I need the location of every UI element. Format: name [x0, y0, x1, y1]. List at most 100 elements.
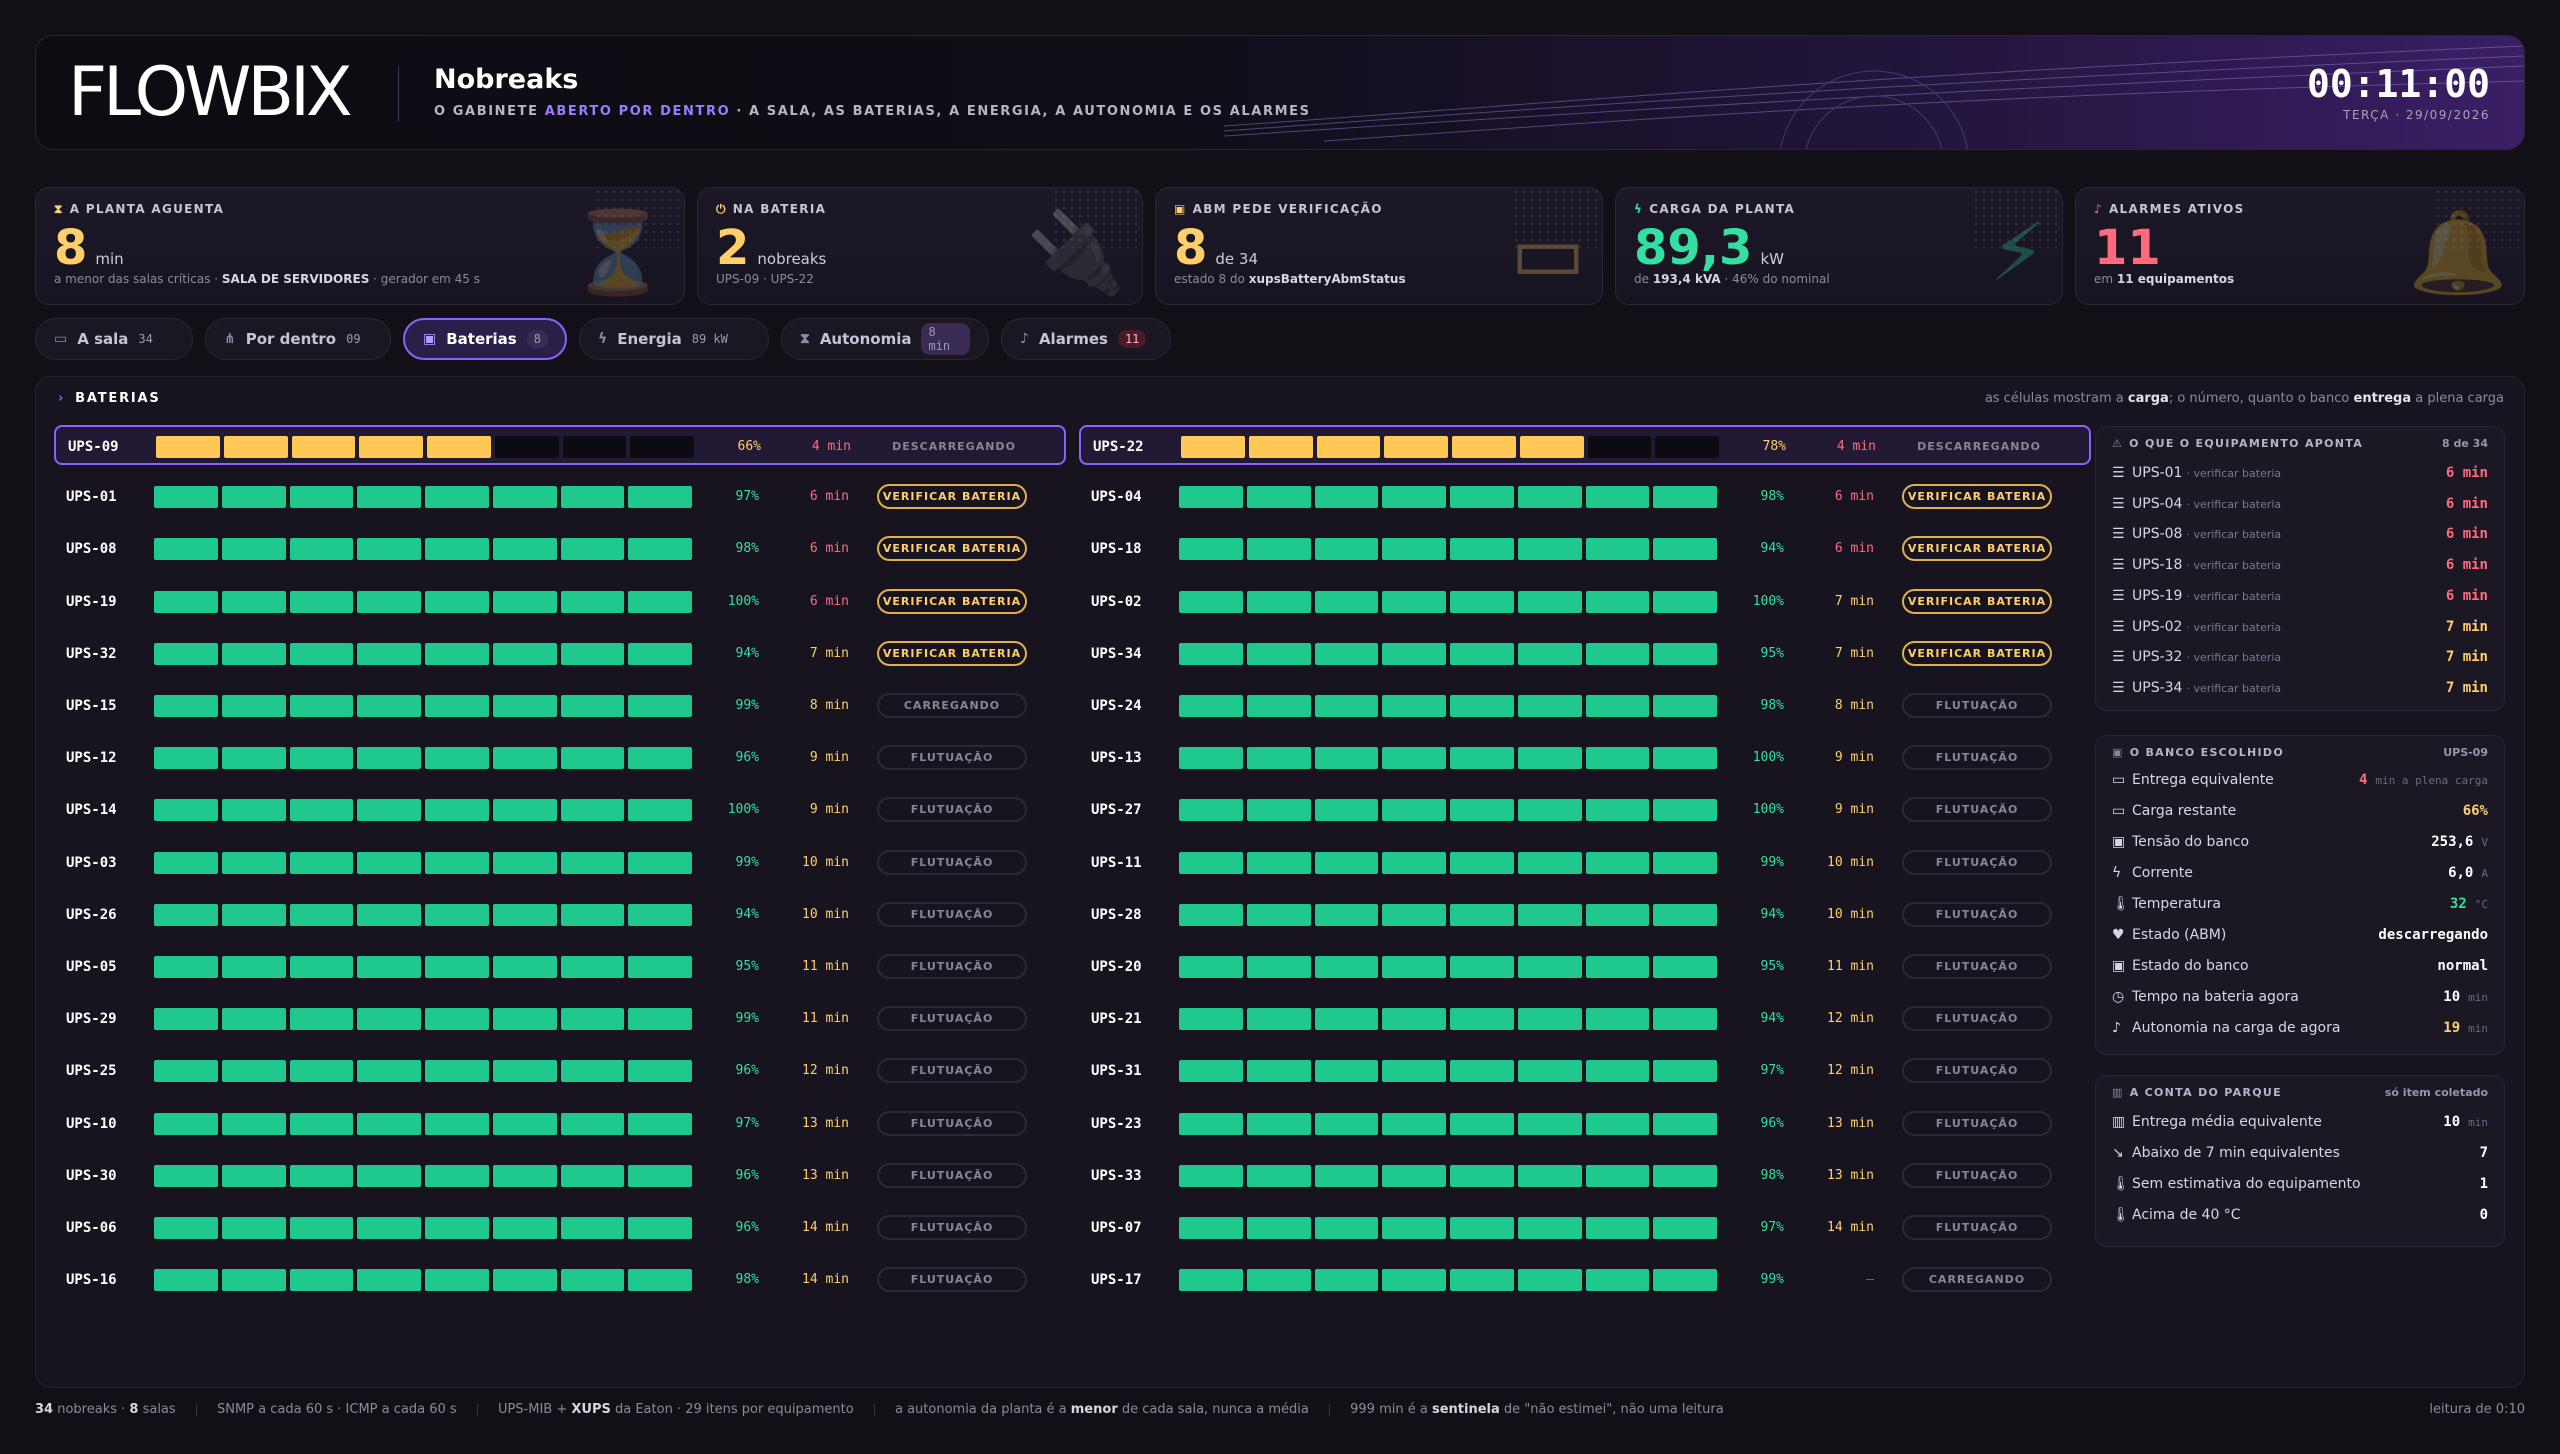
battery-row[interactable]: UPS-31 97% 12 min FLUTUAÇÃO: [1079, 1051, 2079, 1091]
runtime-minutes: 13 min: [1827, 1115, 1874, 1131]
battery-row[interactable]: UPS-10 97% 13 min FLUTUAÇÃO: [54, 1104, 1054, 1144]
hint-b: carga: [2127, 391, 2169, 406]
charge-cell: [357, 851, 421, 874]
tab-por-dentro[interactable]: ⋔ Por dentro 09: [205, 318, 391, 360]
tab-energia[interactable]: ϟ Energia 89 kW: [579, 318, 769, 360]
subtitle-post: · A SALA, AS BATERIAS, A ENERGIA, A AUTO…: [730, 104, 1311, 119]
battery-row[interactable]: UPS-30 96% 13 min FLUTUAÇÃO: [54, 1156, 1054, 1196]
battery-row[interactable]: UPS-15 99% 8 min CARREGANDO: [54, 686, 1054, 726]
battery-row[interactable]: UPS-21 94% 12 min FLUTUAÇÃO: [1079, 999, 2079, 1039]
battery-row[interactable]: UPS-05 95% 11 min FLUTUAÇÃO: [54, 947, 1054, 987]
charge-cell: [1585, 1112, 1650, 1135]
chosen-value: 66%: [2463, 803, 2488, 819]
charge-cell: [1585, 851, 1650, 874]
battery-row[interactable]: UPS-03 99% 10 min FLUTUAÇÃO: [54, 843, 1054, 883]
pointing-note: · verificar bateria: [2186, 528, 2282, 542]
chosen-item: ♪ Autonomia na carga de agora 19 min: [2112, 1020, 2488, 1040]
battery-row[interactable]: UPS-09 66% 4 min DESCARREGANDO: [54, 425, 1066, 465]
charge-cells: [154, 642, 692, 665]
battery-row[interactable]: UPS-23 96% 13 min FLUTUAÇÃO: [1079, 1104, 2079, 1144]
pointing-minutes: 7 min: [2445, 618, 2488, 635]
charge-cell: [221, 695, 286, 717]
battery-row[interactable]: UPS-14 100% 9 min FLUTUAÇÃO: [54, 790, 1054, 830]
charge-cell: [628, 747, 692, 770]
battery-row[interactable]: UPS-16 98% 14 min FLUTUAÇÃO: [54, 1260, 1054, 1300]
charge-cell: [630, 436, 694, 458]
battery-row[interactable]: UPS-18 94% 6 min VERIFICAR BATERIA: [1079, 529, 2079, 569]
charge-cell: [1517, 799, 1582, 822]
room-icon: ▭: [54, 331, 68, 347]
battery-row[interactable]: UPS-06 96% 14 min FLUTUAÇÃO: [54, 1208, 1054, 1248]
battery-row[interactable]: UPS-12 96% 9 min FLUTUAÇÃO: [54, 738, 1054, 778]
park-value-number: 0: [2479, 1207, 2488, 1223]
hint-e: a plena carga: [2411, 391, 2504, 406]
charge-cell: [1517, 695, 1582, 717]
battery-row[interactable]: UPS-34 95% 7 min VERIFICAR BATERIA: [1079, 634, 2079, 674]
charge-cell: [1314, 903, 1379, 926]
status-badge: FLUTUAÇÃO: [1902, 745, 2052, 771]
battery-row[interactable]: UPS-01 97% 6 min VERIFICAR BATERIA: [54, 477, 1054, 517]
charge-cell: [1314, 486, 1379, 509]
status-badge: FLUTUAÇÃO: [1902, 849, 2052, 875]
battery-name: UPS-29: [66, 1011, 117, 1028]
battery-row[interactable]: UPS-11 99% 10 min FLUTUAÇÃO: [1079, 843, 2079, 883]
battery-row[interactable]: UPS-08 98% 6 min VERIFICAR BATERIA: [54, 529, 1054, 569]
pointing-item[interactable]: ☰ UPS-34 · verificar bateria 7 min: [2112, 680, 2488, 700]
charge-cell: [221, 1008, 286, 1031]
battery-row[interactable]: UPS-20 95% 11 min FLUTUAÇÃO: [1079, 947, 2079, 987]
charge-cell: [1179, 1269, 1243, 1292]
park-label: Entrega média equivalente: [2132, 1114, 2322, 1130]
pointing-item[interactable]: ☰ UPS-18 · verificar bateria 6 min: [2112, 557, 2488, 577]
tab-baterias[interactable]: ▣ Baterias 8: [403, 318, 567, 360]
charge-cell: [492, 1164, 557, 1187]
tab-autonomia[interactable]: ⧗ Autonomia 8 min: [781, 318, 989, 360]
pointing-item[interactable]: ☰ UPS-19 · verificar bateria 6 min: [2112, 588, 2488, 608]
charge-cell: [1450, 538, 1514, 561]
tab-a-sala[interactable]: ▭ A sala 34: [35, 318, 193, 360]
kpi-label: ⏻ NA BATERIA: [716, 202, 826, 217]
battery-row[interactable]: UPS-29 99% 11 min FLUTUAÇÃO: [54, 999, 1054, 1039]
pointing-item[interactable]: ☰ UPS-02 · verificar bateria 7 min: [2112, 619, 2488, 639]
battery-name: UPS-13: [1091, 750, 1142, 767]
pointing-item[interactable]: ☰ UPS-08 · verificar bateria 6 min: [2112, 526, 2488, 546]
battery-row[interactable]: UPS-07 97% 14 min FLUTUAÇÃO: [1079, 1208, 2079, 1248]
pointing-item[interactable]: ☰ UPS-04 · verificar bateria 6 min: [2112, 496, 2488, 516]
kpi-note: em 11 equipamentos: [2094, 272, 2234, 286]
chosen-label: Temperatura: [2132, 896, 2221, 912]
battery-row[interactable]: UPS-02 100% 7 min VERIFICAR BATERIA: [1079, 582, 2079, 622]
charge-cell: [289, 590, 354, 613]
battery-icon: ▭: [1510, 206, 1586, 299]
tab-count: 34: [138, 332, 153, 346]
charge-cell: [357, 1164, 421, 1187]
pointing-item[interactable]: ☰ UPS-01 · verificar bateria 6 min: [2112, 465, 2488, 485]
battery-row[interactable]: UPS-22 78% 4 min DESCARREGANDO: [1079, 425, 2091, 465]
battery-name: UPS-26: [66, 906, 117, 923]
battery-row[interactable]: UPS-33 98% 13 min FLUTUAÇÃO: [1079, 1156, 2079, 1196]
charge-cell: [1653, 1269, 1717, 1292]
chosen-value: 253,6 V: [2431, 834, 2488, 850]
charge-cell: [1314, 1008, 1379, 1031]
pointing-item[interactable]: ☰ UPS-32 · verificar bateria 7 min: [2112, 649, 2488, 669]
battery-row[interactable]: UPS-24 98% 8 min FLUTUAÇÃO: [1079, 686, 2079, 726]
battery-row[interactable]: UPS-17 99% — CARREGANDO: [1079, 1260, 2079, 1300]
thermometer-icon: 🌡: [2112, 1207, 2130, 1223]
battery-row[interactable]: UPS-28 94% 10 min FLUTUAÇÃO: [1079, 895, 2079, 935]
chosen-item: ♥ Estado (ABM) descarregando: [2112, 927, 2488, 947]
battery-row[interactable]: UPS-04 98% 6 min VERIFICAR BATERIA: [1079, 477, 2079, 517]
charge-cell: [154, 642, 218, 665]
charge-percent: 94%: [1760, 906, 1784, 922]
battery-row[interactable]: UPS-19 100% 6 min VERIFICAR BATERIA: [54, 582, 1054, 622]
battery-row[interactable]: UPS-25 96% 12 min FLUTUAÇÃO: [54, 1051, 1054, 1091]
battery-row[interactable]: UPS-27 100% 9 min FLUTUAÇÃO: [1079, 790, 2079, 830]
pointing-note: · verificar bateria: [2186, 497, 2282, 511]
battery-row[interactable]: UPS-13 100% 9 min FLUTUAÇÃO: [1079, 738, 2079, 778]
charge-cells: [1179, 538, 1717, 561]
runtime-minutes: 13 min: [1827, 1167, 1874, 1183]
tab-alarmes[interactable]: ♪ Alarmes 11: [1001, 318, 1171, 360]
battery-row[interactable]: UPS-26 94% 10 min FLUTUAÇÃO: [54, 895, 1054, 935]
kpi-note: UPS-09 · UPS-22: [716, 272, 814, 286]
charge-cells: [1179, 642, 1717, 665]
charge-cell: [1382, 642, 1446, 665]
server-icon: ☰: [2112, 526, 2125, 543]
battery-row[interactable]: UPS-32 94% 7 min VERIFICAR BATERIA: [54, 634, 1054, 674]
